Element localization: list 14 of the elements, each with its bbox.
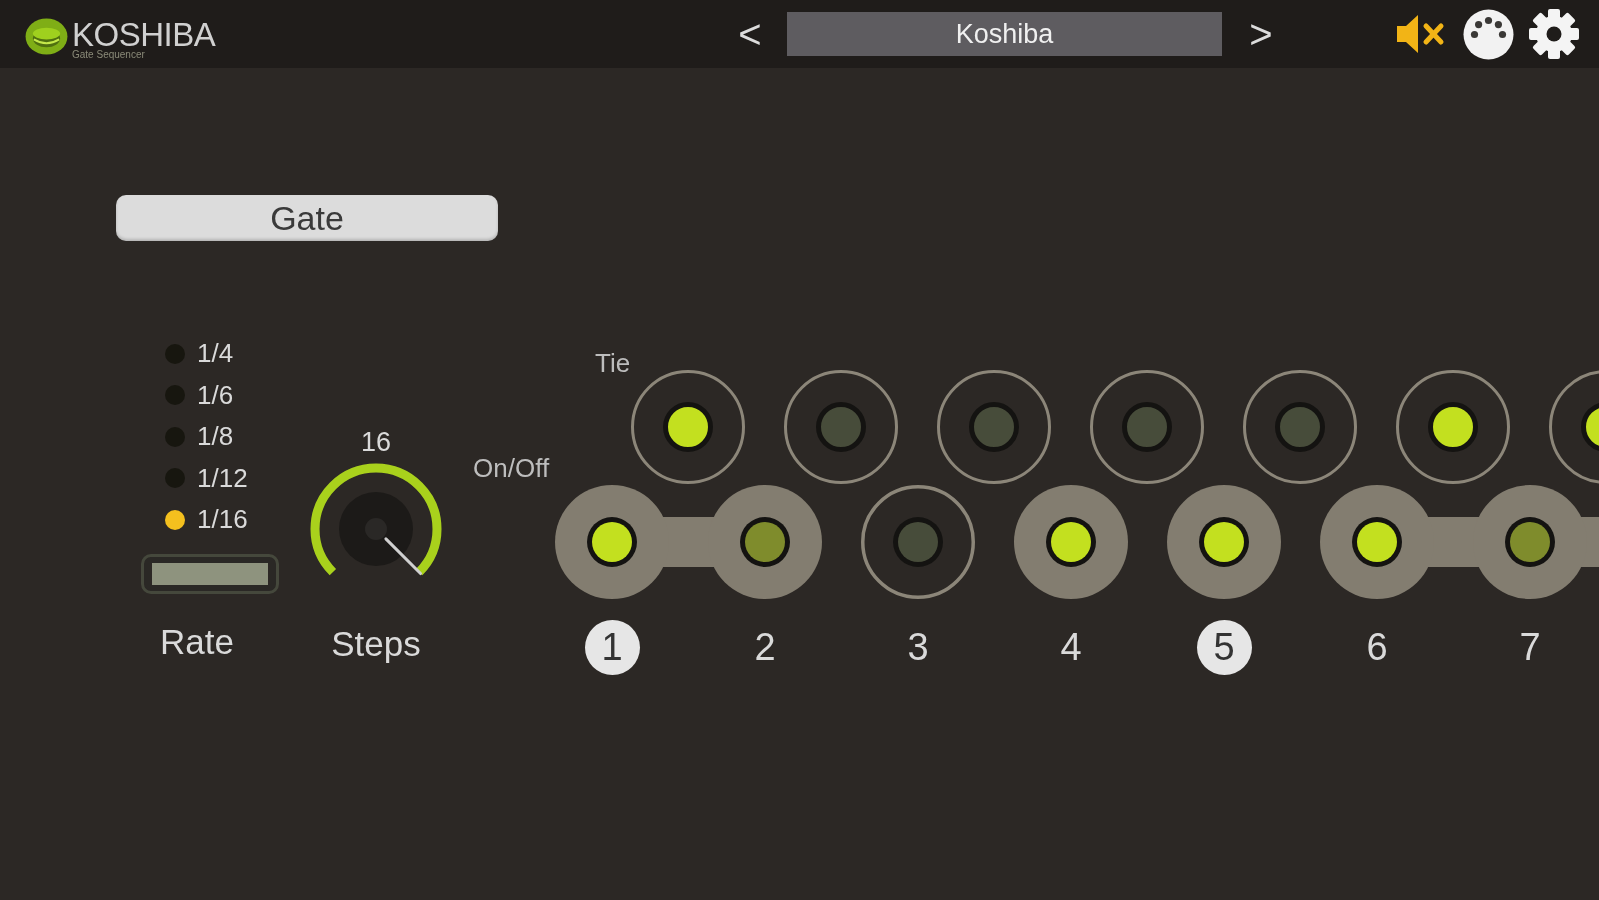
rate-label: Rate (160, 621, 234, 663)
step-number: 1 (584, 620, 640, 675)
step-number: 7 (1519, 625, 1541, 670)
logo-wordmark: KOSHIBA (72, 20, 216, 50)
logo-subtitle: Gate Sequencer (72, 50, 145, 60)
step-number: 5 (1196, 620, 1252, 675)
step-number: 4 (1060, 625, 1082, 670)
steps-label: Steps (331, 623, 421, 665)
step-number: 3 (907, 625, 929, 670)
step-number: 2 (754, 625, 776, 670)
steps-value: 16 (360, 426, 391, 459)
on-off-label: On/Off (473, 455, 551, 481)
step-number: 6 (1366, 625, 1388, 670)
tie-label: Tie (595, 352, 631, 374)
